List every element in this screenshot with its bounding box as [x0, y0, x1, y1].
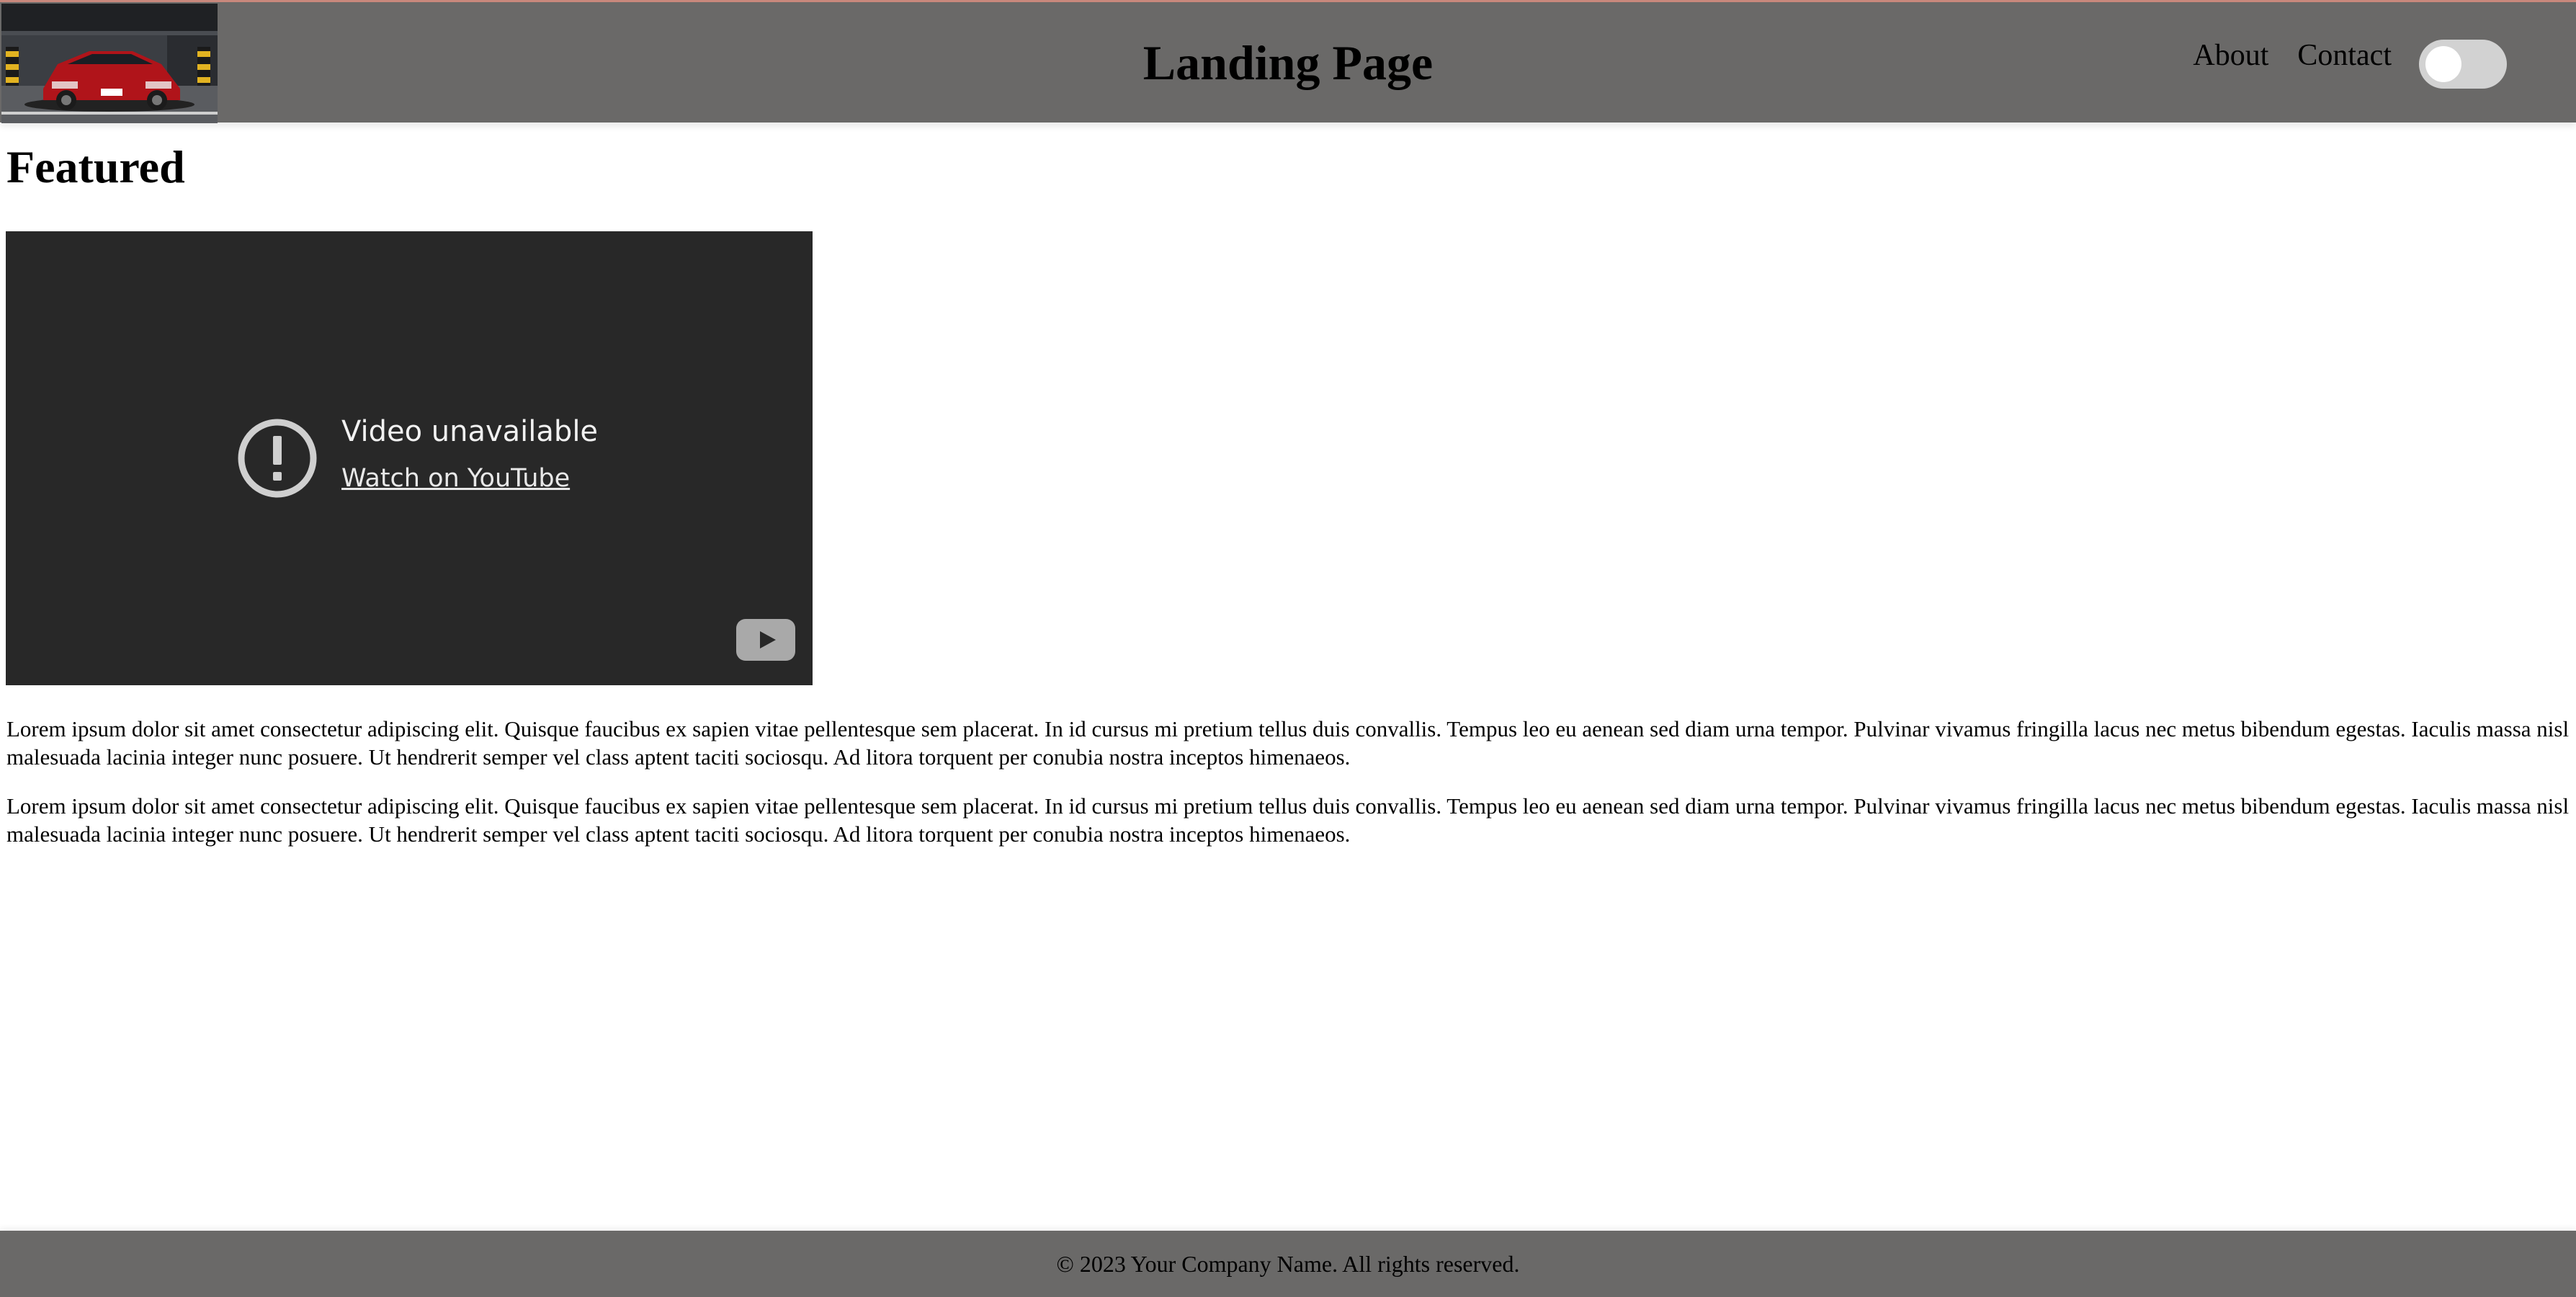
body-paragraph: Lorem ipsum dolor sit amet consectetur a… [6, 716, 2570, 770]
footer-copyright: © 2023 Your Company Name. All rights res… [1056, 1251, 1520, 1277]
site-header: Landing Page About Contact [0, 0, 2576, 123]
theme-toggle-switch[interactable] [2419, 40, 2507, 89]
featured-heading: Featured [6, 141, 185, 192]
video-embed[interactable]: Video unavailable Watch on YouTube [6, 231, 813, 685]
video-unavailable-message: Video unavailable [341, 415, 599, 448]
toggle-knob [2425, 46, 2461, 82]
main-nav: About Contact [2193, 37, 2392, 74]
car-photo-icon [1, 4, 218, 123]
nav-link-about[interactable]: About [2193, 37, 2268, 74]
watch-on-youtube-link[interactable]: Watch on YouTube [341, 460, 570, 496]
youtube-icon[interactable] [736, 619, 795, 661]
site-footer: © 2023 Your Company Name. All rights res… [0, 1231, 2576, 1297]
nav-link-contact[interactable]: Contact [2297, 37, 2392, 74]
alert-circle-icon [238, 419, 317, 498]
logo-car-image[interactable] [1, 4, 218, 123]
page: Landing Page About Contact Featured Vide… [0, 0, 2576, 1297]
body-paragraph: Lorem ipsum dolor sit amet consectetur a… [6, 793, 2570, 847]
site-title: Landing Page [1142, 35, 1434, 90]
